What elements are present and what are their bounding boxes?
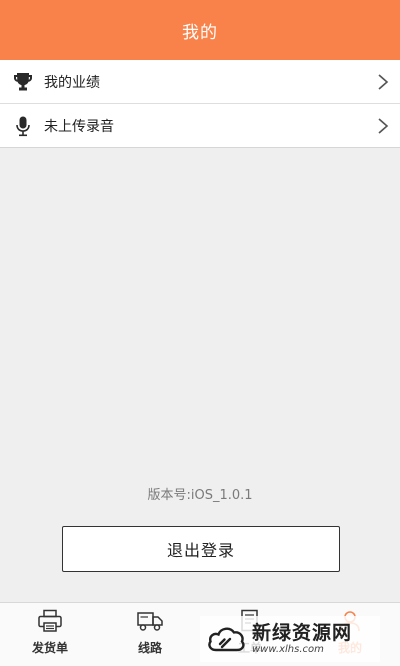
menu-item-label: 未上传录音	[44, 118, 114, 135]
tab-label: 发货单	[31, 641, 68, 655]
menu-item-my-performance[interactable]: 我的业绩	[0, 60, 400, 104]
truck-icon	[136, 609, 164, 633]
page-title: 我的	[182, 22, 218, 43]
menu-item-label: 我的业绩	[44, 74, 100, 91]
printer-icon	[36, 609, 64, 633]
version-label: 版本号:iOS_1.0.1	[147, 488, 253, 503]
chevron-right-icon	[378, 117, 389, 134]
menu-list: 我的业绩 未上传录音	[0, 60, 400, 148]
tab-label: 线路	[137, 641, 162, 655]
chevron-right-icon	[378, 73, 389, 90]
tab-delivery-orders[interactable]: 发货单	[0, 603, 100, 666]
cloud-logo-icon	[208, 627, 245, 652]
navigation-bar: 我的	[0, 0, 400, 60]
microphone-icon	[11, 114, 35, 138]
logout-button[interactable]: 退出登录	[62, 526, 340, 572]
watermark-title: 新绿资源网	[252, 622, 353, 644]
tab-routes[interactable]: 线路	[100, 603, 200, 666]
watermark-url: www.xlhs.com	[252, 644, 324, 655]
watermark-text: 新绿资源网 www.xlhs.com	[252, 622, 352, 656]
watermark: 新绿资源网 www.xlhs.com	[200, 616, 380, 662]
trophy-icon	[11, 70, 35, 94]
menu-item-unuploaded-recordings[interactable]: 未上传录音	[0, 104, 400, 148]
